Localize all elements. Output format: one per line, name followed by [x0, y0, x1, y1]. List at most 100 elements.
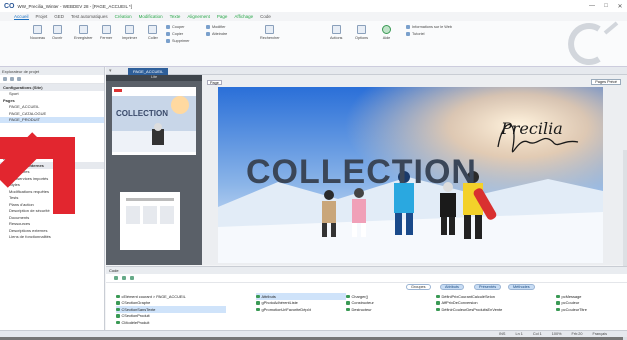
element-icon — [556, 301, 560, 305]
tool-icon[interactable] — [114, 276, 118, 280]
help-button[interactable]: Aide — [382, 25, 391, 40]
status-item: Français — [592, 332, 607, 336]
ribbon-tab-3[interactable]: Test automatiques — [71, 14, 108, 19]
list-item[interactable]: pcCouleurTitre — [556, 306, 624, 313]
web-info-link[interactable]: Informations sur le Web — [406, 25, 452, 29]
tree-item-label: PAGE_ACCUEIL — [9, 104, 40, 110]
thumbnail-preview-2 — [126, 198, 174, 224]
print-icon — [124, 25, 134, 34]
actions-button[interactable]: Actions — [330, 25, 342, 40]
search-button[interactable]: Rechercher — [260, 25, 280, 40]
list-item-label: DéfiniPrixCourantCalculéSelon — [441, 293, 495, 299]
list-item[interactable]: DéfinirCouleurDesProduitsEnVente — [436, 306, 546, 313]
list-item-label: pcMessage — [561, 293, 582, 299]
tree-item[interactable]: Liens de fonctionnalités — [0, 234, 104, 241]
delete-button[interactable]: Supprimer — [166, 39, 190, 43]
element-icon — [116, 320, 120, 324]
close-button[interactable]: ✕ — [613, 0, 627, 12]
ribbon-tab-1[interactable]: Projet — [36, 14, 48, 19]
copy-icon — [166, 32, 170, 36]
ribbon: Nouveau Ouvrir Enregistrer Fermer Imprim… — [0, 21, 627, 67]
element-icon — [436, 301, 440, 305]
ribbon-tab-10[interactable]: Code — [260, 14, 271, 19]
tree-item-label: Configurations (Site) — [3, 84, 43, 90]
window-controls: — □ ✕ — [585, 0, 627, 12]
page-preview-button[interactable]: Pages Précé — [591, 79, 621, 85]
ribbon-tab-7[interactable]: Alignement — [187, 14, 210, 19]
help-icon — [382, 25, 391, 34]
ribbon-tab-5[interactable]: Modification — [139, 14, 163, 19]
search-option-2[interactable]: Atteindre — [206, 32, 227, 36]
list-item-label: DéfinirCouleurDesProduitsEnVente — [441, 306, 503, 312]
list-item[interactable]: CModèleProduit — [116, 319, 226, 326]
explorer-toolbar — [0, 75, 104, 84]
open-button[interactable]: Ouvrir — [52, 25, 62, 40]
tutorial-link[interactable]: Tutoriel — [406, 32, 425, 36]
search-option-1[interactable]: Modifier — [206, 25, 226, 29]
ribbon-tab-8[interactable]: Page — [217, 14, 228, 19]
page-editor-canvas[interactable]: Page Pages Précé COLLECTION Precilia — [202, 75, 627, 340]
code-panel: Code Groupes Attributs Présentés Méthodes c… — [106, 266, 627, 330]
tool-icon[interactable] — [17, 77, 21, 81]
hero-title: COLLECTION — [246, 153, 477, 191]
options-button[interactable]: Options — [355, 25, 368, 40]
element-icon — [436, 294, 440, 298]
tree-item-label: Pages — [3, 97, 15, 103]
ribbon-tab-6[interactable]: Texte — [170, 14, 181, 19]
list-item-label: cElément courant > PAGE_ACCUEIL — [121, 293, 186, 299]
tool-icon[interactable] — [122, 276, 126, 280]
scissors-icon — [166, 25, 170, 29]
tool-icon[interactable] — [130, 276, 134, 280]
list-item-label: Attributs — [261, 293, 276, 299]
tree-item-label: Composants — [3, 156, 28, 162]
folder-icon — [52, 25, 62, 34]
element-icon — [116, 301, 120, 305]
tab-page-accueil[interactable]: PAGE_ACCUEIL — [128, 68, 169, 75]
document-tabs: ▾ PAGE_ACCUEIL — [106, 67, 627, 75]
tutorial-icon — [406, 32, 410, 36]
list-item-label: Destructeur — [351, 306, 372, 312]
element-icon — [556, 307, 560, 311]
ribbon-tab-9[interactable]: Affichage — [234, 14, 253, 19]
element-icon — [346, 294, 350, 298]
ribbon-tab-0[interactable]: Accueil — [14, 14, 29, 20]
class-list: cElément courant > PAGE_ACCUEIL CSectionG… — [116, 293, 226, 326]
tool-icon[interactable] — [10, 77, 14, 81]
list-item[interactable]: Destructeur — [346, 306, 426, 313]
property-list: pcMessage pcCouleur pcCouleurTitre — [556, 293, 624, 313]
save-button[interactable]: Enregistrer — [74, 25, 93, 40]
web-icon — [406, 25, 410, 29]
tree-item-label: PAGE_PRODUIT — [9, 117, 41, 123]
close-document-button[interactable]: Fermer — [100, 25, 112, 40]
print-button[interactable]: Imprimer — [122, 25, 137, 40]
window-title: WW_Precilia_Winter - WEBDEV 28 - [PAGE_A… — [17, 3, 133, 9]
list-item-label: CSectionProduit — [121, 313, 150, 319]
copy-button[interactable]: Copier — [166, 32, 183, 36]
paste-button[interactable]: Coller — [148, 25, 158, 40]
actions-icon — [331, 25, 341, 34]
page-label: Page — [207, 80, 222, 85]
maximize-button[interactable]: □ — [599, 0, 613, 12]
search-icon — [265, 25, 275, 34]
tab-menu-icon[interactable]: ▾ — [109, 68, 112, 74]
filter-pill[interactable]: Attributs — [440, 284, 464, 290]
tree-item-label: Description de sécurité — [9, 208, 50, 214]
app-logo: CO — [4, 2, 15, 10]
ribbon-tab-2[interactable]: GED — [54, 14, 64, 19]
ribbon-tab-4[interactable]: Création — [115, 14, 132, 19]
watermark-logo — [568, 21, 619, 65]
list-item-label: pcCouleur — [561, 300, 580, 306]
tool-icon[interactable] — [3, 77, 7, 81]
new-button[interactable]: Nouveau — [30, 25, 45, 40]
filter-pill[interactable]: Groupes — [406, 284, 431, 290]
thumbnail-page-2[interactable] — [120, 192, 180, 250]
filter-pill[interactable]: Méthodes — [508, 284, 535, 290]
status-item: Ln 1 — [515, 332, 523, 336]
thumbnail-page-1[interactable]: COLLECTION — [112, 87, 196, 155]
paste-icon — [148, 25, 158, 34]
hero-banner[interactable]: COLLECTION Precilia — [218, 87, 603, 263]
minimize-button[interactable]: — — [585, 0, 599, 12]
filter-pill[interactable]: Présentés — [474, 284, 502, 290]
cut-button[interactable]: Couper — [166, 25, 184, 29]
list-item[interactable]: gPromotionUrlFavoriteDépôt — [256, 306, 346, 313]
